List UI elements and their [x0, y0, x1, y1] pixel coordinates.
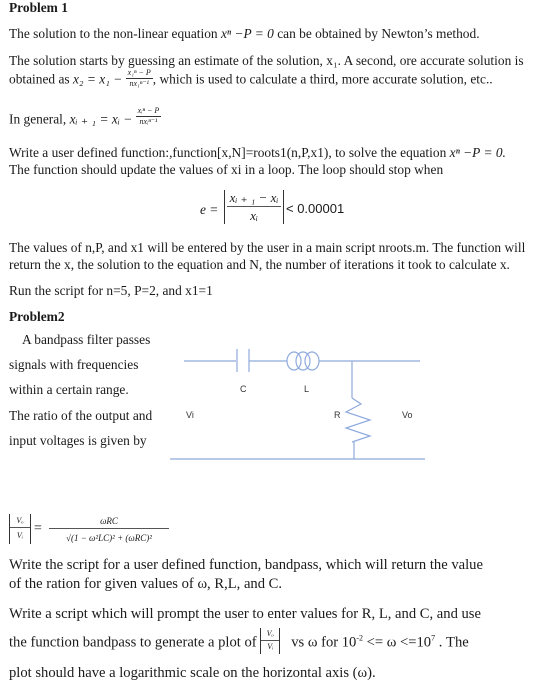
- ratio-denominator: Vᵢ: [16, 531, 24, 540]
- formula-numerator: ωRC: [49, 514, 169, 529]
- formula-fraction: ωRC √(1 − ω²LC)² + (ωRC)²: [49, 514, 169, 548]
- text: <= ω <=10: [363, 634, 432, 651]
- formula-denominator: √(1 − ω²LC)² + (ωRC)²: [66, 533, 152, 543]
- question2-line1: Write a script which will prompt the use…: [9, 606, 481, 622]
- question2-line3: plot should have a logarithmic scale on …: [9, 665, 376, 681]
- equals-sign: =: [34, 521, 42, 536]
- inductor-coil: [295, 351, 311, 371]
- ratio-denominator: Vᵢ: [267, 642, 274, 651]
- label-vo: Vo: [402, 410, 413, 420]
- question2-line2: the function bandpass to generate a plot…: [9, 628, 469, 660]
- question1-line1: Write the script for a user defined func…: [9, 557, 483, 573]
- label-inductor: L: [304, 384, 310, 394]
- text: . The: [435, 634, 469, 651]
- ratio-numerator: Vₒ: [261, 628, 280, 641]
- ratio-numerator: Vₒ: [10, 515, 30, 528]
- inductor-coil: [304, 351, 320, 371]
- label-resistor: R: [334, 410, 341, 420]
- text: vs ω for 10: [291, 634, 357, 651]
- label-capacitor: C: [240, 384, 247, 394]
- ratio-abs-inline: Vₒ Vᵢ: [260, 628, 281, 654]
- label-vi: Vi: [186, 410, 194, 420]
- inductor-coil: [286, 351, 302, 371]
- text: the function bandpass to generate a plot…: [9, 634, 257, 651]
- ratio-abs: Vₒ Vᵢ: [9, 514, 31, 544]
- resistor-zigzag: [344, 397, 372, 443]
- question1-line2: of the ration for given values of ω, R,L…: [9, 576, 283, 592]
